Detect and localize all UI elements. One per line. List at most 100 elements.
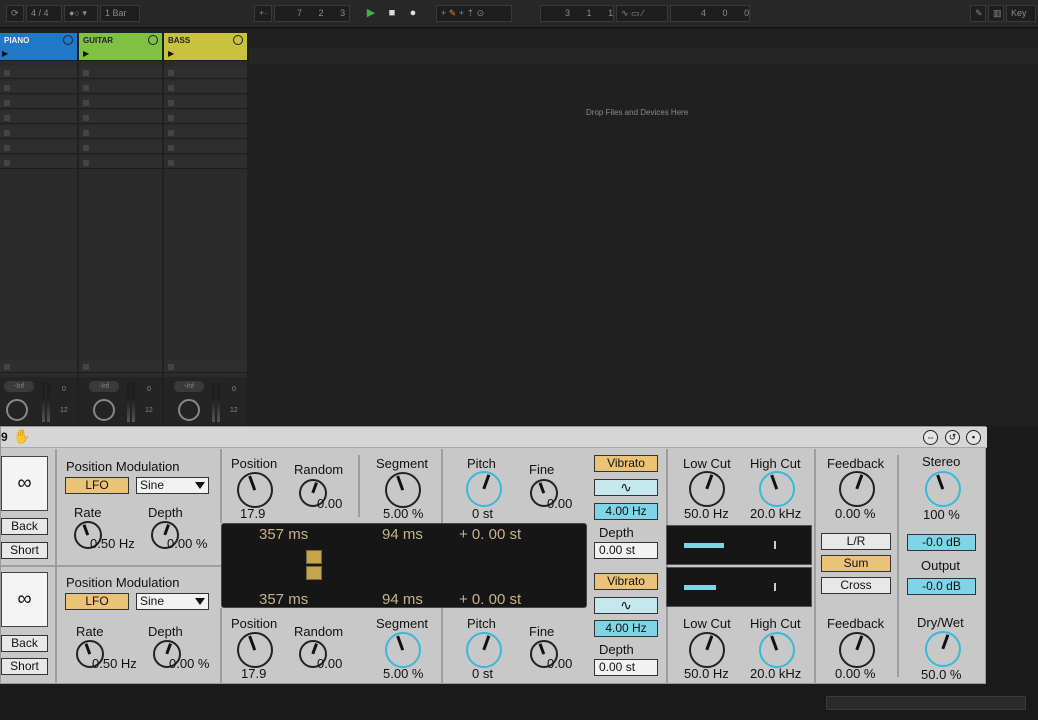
follow-button[interactable]: +· bbox=[254, 5, 272, 22]
overdub-controls[interactable]: + ✎ + ⇡ ⊙ bbox=[436, 5, 512, 22]
vibrato-depth-field[interactable]: 0.00 st bbox=[594, 542, 658, 559]
link-button[interactable]: ⟳ bbox=[6, 5, 24, 22]
sine-wave-icon[interactable]: ∿ bbox=[594, 597, 658, 614]
reset-icon[interactable]: ↺ bbox=[945, 430, 960, 445]
clip-slot[interactable] bbox=[79, 156, 162, 169]
vibrato-depth-field[interactable]: 0.00 st bbox=[594, 659, 658, 676]
pan-knob[interactable] bbox=[178, 399, 200, 421]
waveform-select[interactable]: Sine bbox=[136, 477, 209, 494]
delay-time-display[interactable]: 357 ms 94 ms + 0. 00 st 357 ms 94 ms + 0… bbox=[221, 523, 587, 608]
pitch-knob[interactable] bbox=[466, 471, 502, 507]
lfo-button[interactable]: LFO bbox=[65, 593, 129, 610]
stop-icon[interactable]: ■ bbox=[385, 6, 399, 20]
vibrato-rate[interactable]: 4.00 Hz bbox=[594, 620, 658, 637]
clip-slot[interactable] bbox=[164, 156, 247, 169]
track-header-guitar[interactable]: GUITAR bbox=[79, 33, 162, 48]
cross-routing-button[interactable]: Cross bbox=[821, 577, 891, 594]
short-button[interactable]: Short bbox=[1, 542, 48, 559]
clip-slot[interactable] bbox=[79, 126, 162, 139]
back-button[interactable]: Back bbox=[1, 518, 48, 535]
lr-routing-button[interactable]: L/R bbox=[821, 533, 891, 550]
high-cut-knob[interactable] bbox=[759, 632, 795, 668]
clip-slot[interactable] bbox=[79, 81, 162, 94]
overview-scrollbar[interactable] bbox=[826, 696, 1026, 710]
clip-slot-playing[interactable]: ▶ bbox=[79, 48, 162, 61]
quantize-menu[interactable]: 1 Bar bbox=[100, 5, 140, 22]
play-icon[interactable]: ▶ bbox=[364, 6, 378, 20]
clip-slot[interactable] bbox=[164, 141, 247, 154]
clip-slot[interactable] bbox=[79, 111, 162, 124]
clip-slot[interactable] bbox=[0, 81, 77, 94]
loop-icon-button[interactable]: ∞ bbox=[1, 572, 48, 627]
position-knob[interactable] bbox=[237, 632, 273, 668]
time-signature[interactable]: 4 / 4 bbox=[26, 5, 62, 22]
clip-slot[interactable] bbox=[0, 141, 77, 154]
clip-slot[interactable] bbox=[0, 111, 77, 124]
stop-clip-slot[interactable] bbox=[79, 360, 162, 373]
sum-routing-button[interactable]: Sum bbox=[821, 555, 891, 572]
clip-slot[interactable] bbox=[79, 66, 162, 79]
clip-slot[interactable] bbox=[0, 156, 77, 169]
loop-icon-button[interactable]: ∞ bbox=[1, 456, 48, 511]
segment-knob[interactable] bbox=[385, 472, 421, 508]
high-cut-knob[interactable] bbox=[759, 471, 795, 507]
input-gain-field[interactable]: -0.0 dB bbox=[907, 534, 976, 551]
record-icon[interactable]: ● bbox=[406, 6, 420, 20]
waveform-select[interactable]: Sine bbox=[136, 593, 209, 610]
key-map-button[interactable]: Key bbox=[1006, 5, 1036, 22]
vibrato-button[interactable]: Vibrato bbox=[594, 573, 658, 590]
track-header-bass[interactable]: BASS bbox=[164, 33, 247, 48]
clip-slot[interactable] bbox=[164, 96, 247, 109]
draw-mode-icon[interactable]: ✎ bbox=[970, 5, 986, 22]
clip-slot-playing[interactable]: ▶ bbox=[0, 48, 77, 61]
volume-readout[interactable]: -Inf bbox=[89, 381, 119, 392]
stop-clip-slot[interactable] bbox=[164, 360, 247, 373]
keyboard-icon[interactable]: ▥ bbox=[988, 5, 1004, 22]
clip-slot[interactable] bbox=[164, 66, 247, 79]
track-menu-icon[interactable] bbox=[148, 35, 158, 45]
clip-slot[interactable] bbox=[0, 126, 77, 139]
filter-display-top[interactable] bbox=[666, 525, 812, 565]
stop-clip-slot[interactable] bbox=[0, 360, 77, 373]
vibrato-rate[interactable]: 4.00 Hz bbox=[594, 503, 658, 520]
position-knob[interactable] bbox=[237, 472, 273, 508]
output-gain-field[interactable]: -0.0 dB bbox=[907, 578, 976, 595]
hot-swap-icon[interactable]: ⇔ bbox=[923, 430, 938, 445]
back-button[interactable]: Back bbox=[1, 635, 48, 652]
clip-slot[interactable] bbox=[164, 126, 247, 139]
clip-slot[interactable] bbox=[0, 66, 77, 79]
feedback-knob[interactable] bbox=[839, 632, 875, 668]
stereo-knob[interactable] bbox=[925, 471, 961, 507]
clip-slot-playing[interactable]: ▶ bbox=[164, 48, 247, 61]
lfo-button[interactable]: LFO bbox=[65, 477, 129, 494]
track-menu-icon[interactable] bbox=[63, 35, 73, 45]
segment-knob[interactable] bbox=[385, 632, 421, 668]
save-preset-icon[interactable]: ▪ bbox=[966, 430, 981, 445]
clip-slot[interactable] bbox=[0, 96, 77, 109]
track-menu-icon[interactable] bbox=[233, 35, 243, 45]
vibrato-button[interactable]: Vibrato bbox=[594, 455, 658, 472]
pan-knob[interactable] bbox=[93, 399, 115, 421]
clip-slot[interactable] bbox=[164, 81, 247, 94]
dry-wet-knob[interactable] bbox=[925, 631, 961, 667]
position-marker-bottom[interactable] bbox=[306, 566, 322, 580]
short-button[interactable]: Short bbox=[1, 658, 48, 675]
position-marker-top[interactable] bbox=[306, 550, 322, 564]
clip-slot[interactable] bbox=[79, 96, 162, 109]
loop-length[interactable]: 4 0 0 bbox=[670, 5, 750, 22]
arrangement-position[interactable]: 7 2 3 bbox=[274, 5, 350, 22]
low-cut-knob[interactable] bbox=[689, 471, 725, 507]
loop-start[interactable]: 3 1 1 bbox=[540, 5, 614, 22]
clip-slot[interactable] bbox=[79, 141, 162, 154]
filter-display-bottom[interactable] bbox=[666, 567, 812, 607]
track-header-piano[interactable]: PIANO bbox=[0, 33, 77, 48]
low-cut-knob[interactable] bbox=[689, 632, 725, 668]
metronome-button[interactable]: ●○ ▾ bbox=[64, 5, 98, 22]
volume-readout[interactable]: -Inf bbox=[174, 381, 204, 392]
loop-toggles[interactable]: ∿ ▭ ⁄ bbox=[616, 5, 668, 22]
clip-slot[interactable] bbox=[164, 111, 247, 124]
sine-wave-icon[interactable]: ∿ bbox=[594, 479, 658, 496]
volume-readout[interactable]: -Inf bbox=[4, 381, 34, 392]
feedback-knob[interactable] bbox=[839, 471, 875, 507]
pan-knob[interactable] bbox=[6, 399, 28, 421]
